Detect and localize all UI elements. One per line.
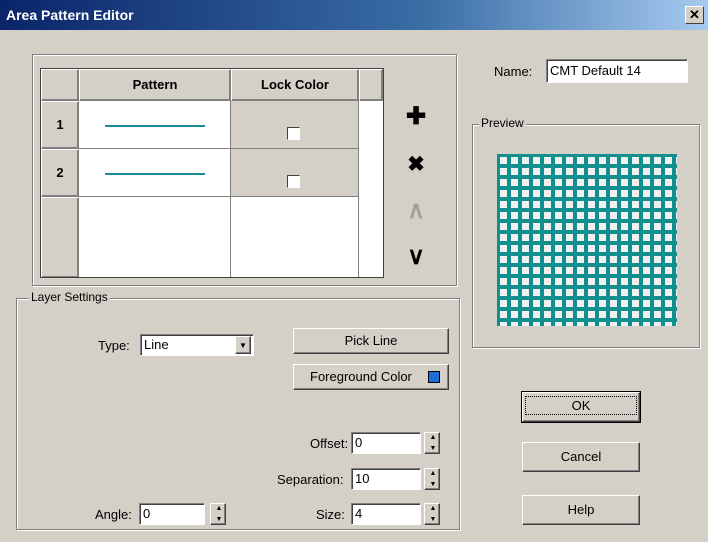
name-input[interactable]: CMT Default 14 <box>546 59 688 83</box>
separation-spinner[interactable]: ▲ ▼ <box>424 468 440 490</box>
ok-label: OK <box>524 396 638 415</box>
offset-spinner[interactable]: ▲ ▼ <box>424 432 440 454</box>
foreground-color-label: Foreground Color <box>310 369 412 384</box>
pattern-cell-empty <box>79 197 231 277</box>
row-header-2[interactable]: 2 <box>41 149 79 197</box>
spin-up-icon[interactable]: ▲ <box>425 433 441 444</box>
chevron-down-icon: ▼ <box>239 341 247 350</box>
lock-color-cell-row-2 <box>231 149 359 197</box>
area-pattern-editor-window: Area Pattern Editor ✕ Pattern Lock Color… <box>0 0 708 542</box>
plus-icon: ✚ <box>405 103 427 130</box>
spin-down-icon[interactable]: ▼ <box>211 515 227 526</box>
preview-pattern <box>497 154 677 326</box>
move-up-button[interactable]: ∧ <box>403 198 429 224</box>
spin-down-icon[interactable]: ▼ <box>425 515 441 526</box>
name-label: Name: <box>494 64 533 79</box>
chevron-up-icon: ∧ <box>407 197 425 224</box>
layers-grid: Pattern Lock Color 1 2 <box>40 68 384 278</box>
size-input[interactable]: 4 <box>351 503 421 525</box>
lock-color-checkbox-row-2[interactable] <box>287 175 300 188</box>
spin-down-icon[interactable]: ▼ <box>425 480 441 491</box>
row-header-1[interactable]: 1 <box>41 101 79 149</box>
size-label: Size: <box>316 507 345 522</box>
type-label: Type: <box>98 338 130 353</box>
add-layer-button[interactable]: ✚ <box>403 104 429 130</box>
row-header-empty <box>41 197 79 277</box>
pattern-cell-row-2[interactable] <box>79 149 231 197</box>
lock-color-cell-empty <box>231 197 359 277</box>
cancel-label: Cancel <box>560 449 602 464</box>
angle-label: Angle: <box>95 507 132 522</box>
foreground-color-button[interactable]: Foreground Color <box>293 364 449 390</box>
title-bar[interactable]: Area Pattern Editor ✕ <box>0 0 708 30</box>
delete-layer-button[interactable]: ✖ <box>403 152 429 178</box>
help-label: Help <box>567 502 595 517</box>
lock-color-cell-row-1 <box>231 101 359 149</box>
grid-corner-header <box>41 69 79 101</box>
separation-label: Separation: <box>277 472 344 487</box>
spin-up-icon[interactable]: ▲ <box>425 504 441 515</box>
offset-label: Offset: <box>310 436 349 451</box>
separation-input[interactable]: 10 <box>351 468 421 490</box>
angle-spinner[interactable]: ▲ ▼ <box>210 503 226 525</box>
window-title: Area Pattern Editor <box>6 7 134 23</box>
spin-up-icon[interactable]: ▲ <box>211 504 227 515</box>
layer-settings-label: Layer Settings <box>29 290 110 304</box>
help-button[interactable]: Help <box>522 495 640 525</box>
chevron-down-icon: ∨ <box>407 243 425 270</box>
pattern-line-preview <box>105 173 205 175</box>
spin-up-icon[interactable]: ▲ <box>425 469 441 480</box>
x-icon: ✖ <box>407 153 425 176</box>
column-header-lock-color[interactable]: Lock Color <box>231 69 359 101</box>
preview-label: Preview <box>479 116 526 130</box>
close-button[interactable]: ✕ <box>685 6 704 24</box>
pick-line-button[interactable]: Pick Line <box>293 328 449 354</box>
pattern-cell-row-1[interactable] <box>79 101 231 149</box>
ok-button[interactable]: OK <box>521 391 641 423</box>
spin-down-icon[interactable]: ▼ <box>425 444 441 455</box>
cancel-button[interactable]: Cancel <box>522 442 640 472</box>
foreground-color-swatch <box>428 371 440 383</box>
offset-input[interactable]: 0 <box>351 432 421 454</box>
angle-input[interactable]: 0 <box>139 503 205 525</box>
pick-line-label: Pick Line <box>344 333 398 348</box>
type-select-value: Line <box>144 337 169 352</box>
type-dropdown-button[interactable]: ▼ <box>235 336 251 354</box>
column-header-spacer <box>359 69 383 101</box>
size-spinner[interactable]: ▲ ▼ <box>424 503 440 525</box>
lock-color-checkbox-row-1[interactable] <box>287 127 300 140</box>
move-down-button[interactable]: ∨ <box>403 244 429 270</box>
column-header-pattern[interactable]: Pattern <box>79 69 231 101</box>
pattern-line-preview <box>105 125 205 127</box>
